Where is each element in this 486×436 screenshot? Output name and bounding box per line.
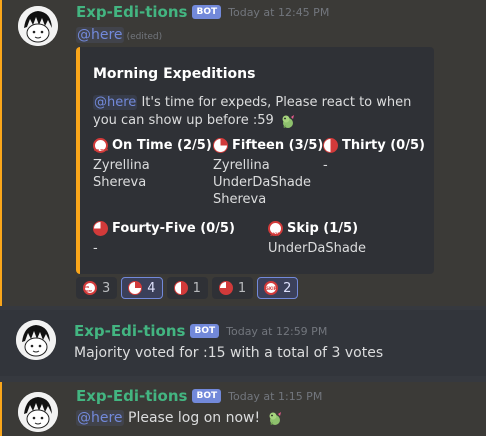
reaction-count: 2 <box>283 280 292 296</box>
username[interactable]: Exp-Edi-tions <box>76 3 187 21</box>
field-value: UnderDaShade <box>268 241 367 256</box>
embed-title: Morning Expeditions <box>93 66 256 82</box>
here-mention[interactable]: @here <box>76 410 124 426</box>
field-value: - <box>93 241 98 256</box>
avatar[interactable] <box>18 6 58 46</box>
message-content: Please log on now! <box>128 410 261 426</box>
here-mention[interactable]: @here <box>93 95 138 110</box>
field-name: On Time (2/5) <box>112 138 212 153</box>
reaction-count: 1 <box>192 280 201 296</box>
expedition-embed: Morning Expeditions @here It's time for … <box>76 47 434 274</box>
reaction-count: 1 <box>237 280 247 296</box>
username[interactable]: Exp-Edi-tions <box>76 387 187 405</box>
dragon-emoji-icon <box>269 412 281 425</box>
field-value: - <box>323 158 328 173</box>
clock-half-icon <box>173 281 188 295</box>
skip-icon <box>268 221 283 243</box>
field-thirty: Thirty (0/5) - <box>323 137 425 174</box>
field-value: Shereva <box>93 175 147 190</box>
edited-label: (edited) <box>126 32 163 42</box>
field-skip: Skip (1/5) UnderDaShade <box>268 220 366 257</box>
reaction-skip[interactable]: 2 <box>257 277 299 299</box>
clock-half-icon <box>323 138 338 153</box>
field-value: Shereva <box>213 192 267 207</box>
message-content: Majority voted for :15 with a total of 3… <box>74 345 384 361</box>
on-time-icon <box>93 138 108 159</box>
field-fifteen: Fifteen (3/5) Zyrellina UnderDaShade She… <box>213 137 323 208</box>
reaction-fourty-five[interactable]: 1 <box>211 277 254 299</box>
on-time-icon <box>83 281 97 295</box>
bot-badge: BOT <box>190 324 220 338</box>
field-name: Fourty-Five (0/5) <box>112 221 235 236</box>
username[interactable]: Exp-Edi-tions <box>74 322 185 340</box>
clock-quarter-icon <box>213 138 228 153</box>
timestamp: Today at 12:59 PM <box>226 324 328 338</box>
reaction-on-time[interactable]: 3 <box>76 277 118 299</box>
embed-description: @here It's time for expeds, Please react… <box>93 94 423 130</box>
field-value: Zyrellina <box>93 158 150 173</box>
field-name: Thirty (0/5) <box>342 138 425 153</box>
message-vote-result: Exp-Edi-tions BOT Today at 12:59 PM Majo… <box>0 310 486 376</box>
field-name: Skip (1/5) <box>287 221 359 236</box>
reaction-fifteen[interactable]: 4 <box>121 277 163 299</box>
dragon-emoji-icon <box>282 114 294 128</box>
avatar[interactable] <box>16 320 56 360</box>
message-expedition-announcement: Exp-Edi-tions BOT Today at 12:45 PM @her… <box>0 0 486 306</box>
here-mention[interactable]: @here <box>76 27 124 43</box>
timestamp: Today at 1:15 PM <box>228 389 323 403</box>
reaction-bar: 3 4 1 1 2 <box>76 277 299 299</box>
avatar[interactable] <box>18 392 58 432</box>
clock-three-quarter-icon <box>218 281 233 295</box>
skip-icon <box>264 281 279 295</box>
message-log-on-reminder: Exp-Edi-tions BOT Today at 1:15 PM @here… <box>0 382 486 436</box>
clock-quarter-icon <box>128 281 143 295</box>
reaction-count: 4 <box>147 280 156 296</box>
field-fourty-five: Fourty-Five (0/5) - <box>93 220 235 257</box>
reaction-thirty[interactable]: 1 <box>166 277 208 299</box>
bot-badge: BOT <box>192 389 222 403</box>
field-value: UnderDaShade <box>213 175 312 190</box>
field-value: Zyrellina <box>213 158 270 173</box>
reaction-count: 3 <box>102 280 111 296</box>
embed-description-text: It's time for expeds, Please react to wh… <box>93 95 412 128</box>
field-on-time: On Time (2/5) Zyrellina Shereva <box>93 137 212 191</box>
timestamp: Today at 12:45 PM <box>228 5 330 19</box>
bot-badge: BOT <box>192 5 222 19</box>
field-name: Fifteen (3/5) <box>232 138 324 153</box>
clock-three-quarter-icon <box>93 221 108 236</box>
